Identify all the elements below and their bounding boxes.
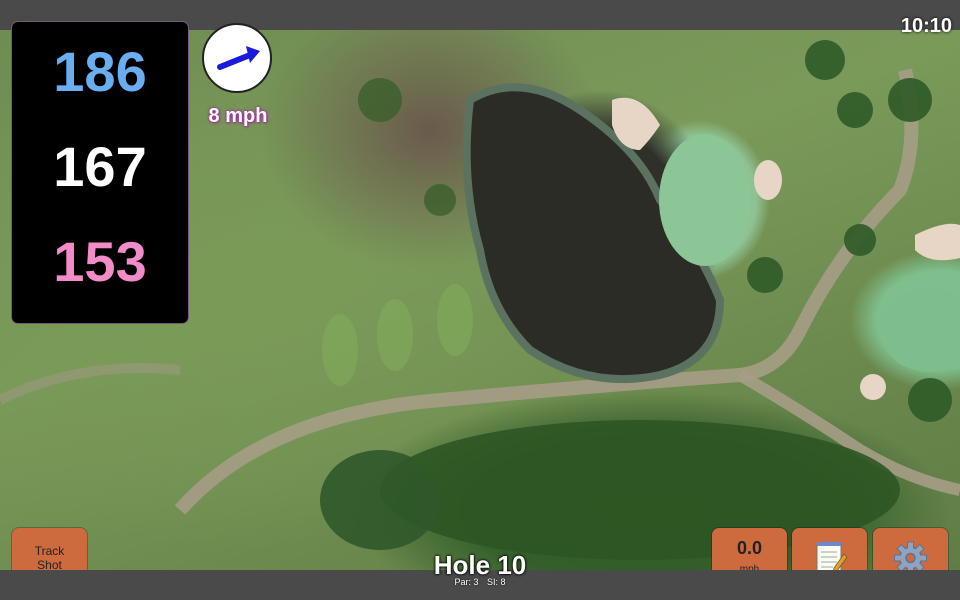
wind-indicator — [202, 23, 272, 93]
green-adjacent — [880, 288, 960, 372]
tee-box — [377, 299, 413, 371]
distance-middle: 167 — [53, 135, 147, 198]
distance-front: 153 — [53, 230, 147, 293]
wind-direction-arrow-icon — [217, 46, 260, 70]
speed-value: 0.0 — [736, 538, 763, 558]
tree — [424, 184, 456, 216]
bunker — [915, 223, 960, 261]
tree — [805, 40, 845, 80]
hole-stroke-index: SI: 8 — [487, 577, 506, 587]
tree — [747, 257, 783, 293]
bunker — [754, 160, 782, 200]
tree — [837, 92, 873, 128]
tree — [888, 78, 932, 122]
hole-par: Par: 3 — [454, 577, 479, 587]
green — [659, 134, 751, 266]
trees — [320, 450, 440, 550]
tree — [358, 78, 402, 122]
distance-back: 186 — [53, 40, 147, 103]
tee-box — [322, 314, 358, 386]
distance-panel: 186 167 153 — [12, 22, 188, 323]
tee-box — [437, 284, 473, 356]
bunker — [860, 374, 886, 400]
clock: 10:10 — [900, 15, 952, 37]
tree — [844, 224, 876, 256]
tree — [908, 378, 952, 422]
track-shot-label: Track Shot — [34, 544, 65, 572]
path-west — [0, 363, 181, 405]
wind-speed: 8 mph — [208, 105, 268, 127]
hole-info: Par: 3 SI: 8 — [380, 577, 580, 588]
hole-title: Hole 10 — [433, 550, 527, 580]
